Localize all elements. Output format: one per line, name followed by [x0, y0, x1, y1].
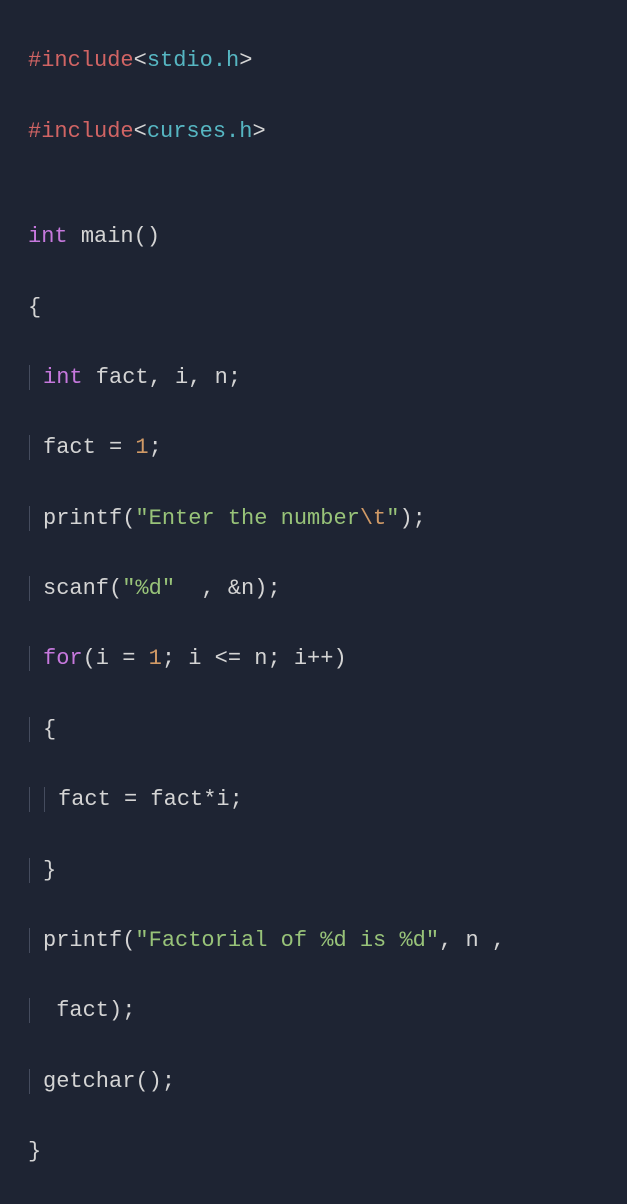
- number-literal: 1: [135, 435, 148, 460]
- angle-bracket: >: [252, 119, 265, 144]
- brace-open: {: [28, 295, 41, 320]
- header-name: stdio.h: [147, 48, 239, 73]
- function-call: scanf(: [43, 576, 122, 601]
- semicolon: ;: [149, 435, 162, 460]
- string-literal: ": [386, 506, 399, 531]
- code-line: fact = 1;: [28, 430, 599, 465]
- code-line: printf("Factorial of %d is %d", n ,: [28, 923, 599, 958]
- args: , n ,: [439, 928, 505, 953]
- angle-bracket: <: [134, 48, 147, 73]
- escape-sequence: \t: [360, 506, 386, 531]
- code-line: fact = fact*i;: [28, 782, 599, 817]
- function-call: getchar();: [43, 1069, 175, 1094]
- code-line: }: [28, 853, 599, 888]
- string-literal: "%d": [122, 576, 175, 601]
- angle-bracket: <: [134, 119, 147, 144]
- code-line: for(i = 1; i <= n; i++): [28, 641, 599, 676]
- brace-close: }: [28, 1139, 41, 1164]
- for-rest: ; i <= n; i++): [162, 646, 347, 671]
- for-keyword: for: [43, 646, 83, 671]
- code-line: #include<curses.h>: [28, 114, 599, 149]
- declaration: fact, i, n;: [83, 365, 241, 390]
- continuation: fact);: [43, 998, 135, 1023]
- string-literal: "Factorial of %d is %d": [135, 928, 439, 953]
- type-keyword: int: [28, 224, 68, 249]
- code-line: scanf("%d" , &n);: [28, 571, 599, 606]
- code-line: printf("Enter the number\t");: [28, 501, 599, 536]
- args: , &n);: [175, 576, 281, 601]
- code-line: int main(): [28, 219, 599, 254]
- for-init: (i =: [83, 646, 149, 671]
- code-line: #include<stdio.h>: [28, 43, 599, 78]
- type-keyword: int: [43, 365, 83, 390]
- code-line: int fact, i, n;: [28, 360, 599, 395]
- code-line: }: [28, 1134, 599, 1169]
- assignment: fact =: [43, 435, 135, 460]
- code-line: {: [28, 290, 599, 325]
- angle-bracket: >: [239, 48, 252, 73]
- call-end: );: [399, 506, 425, 531]
- preprocessor-directive: #include: [28, 119, 134, 144]
- code-line: {: [28, 712, 599, 747]
- code-line: getchar();: [28, 1064, 599, 1099]
- function-call: printf(: [43, 506, 135, 531]
- function-name: main: [81, 224, 134, 249]
- statement: fact = fact*i;: [58, 787, 243, 812]
- code-line: fact);: [28, 993, 599, 1028]
- brace-close: }: [43, 858, 56, 883]
- number-literal: 1: [149, 646, 162, 671]
- string-literal: "Enter the number: [135, 506, 359, 531]
- preprocessor-directive: #include: [28, 48, 134, 73]
- header-name: curses.h: [147, 119, 253, 144]
- brace-open: {: [43, 717, 56, 742]
- function-call: printf(: [43, 928, 135, 953]
- parentheses: (): [134, 224, 160, 249]
- code-block: #include<stdio.h> #include<curses.h> int…: [28, 8, 599, 1204]
- space: [68, 224, 81, 249]
